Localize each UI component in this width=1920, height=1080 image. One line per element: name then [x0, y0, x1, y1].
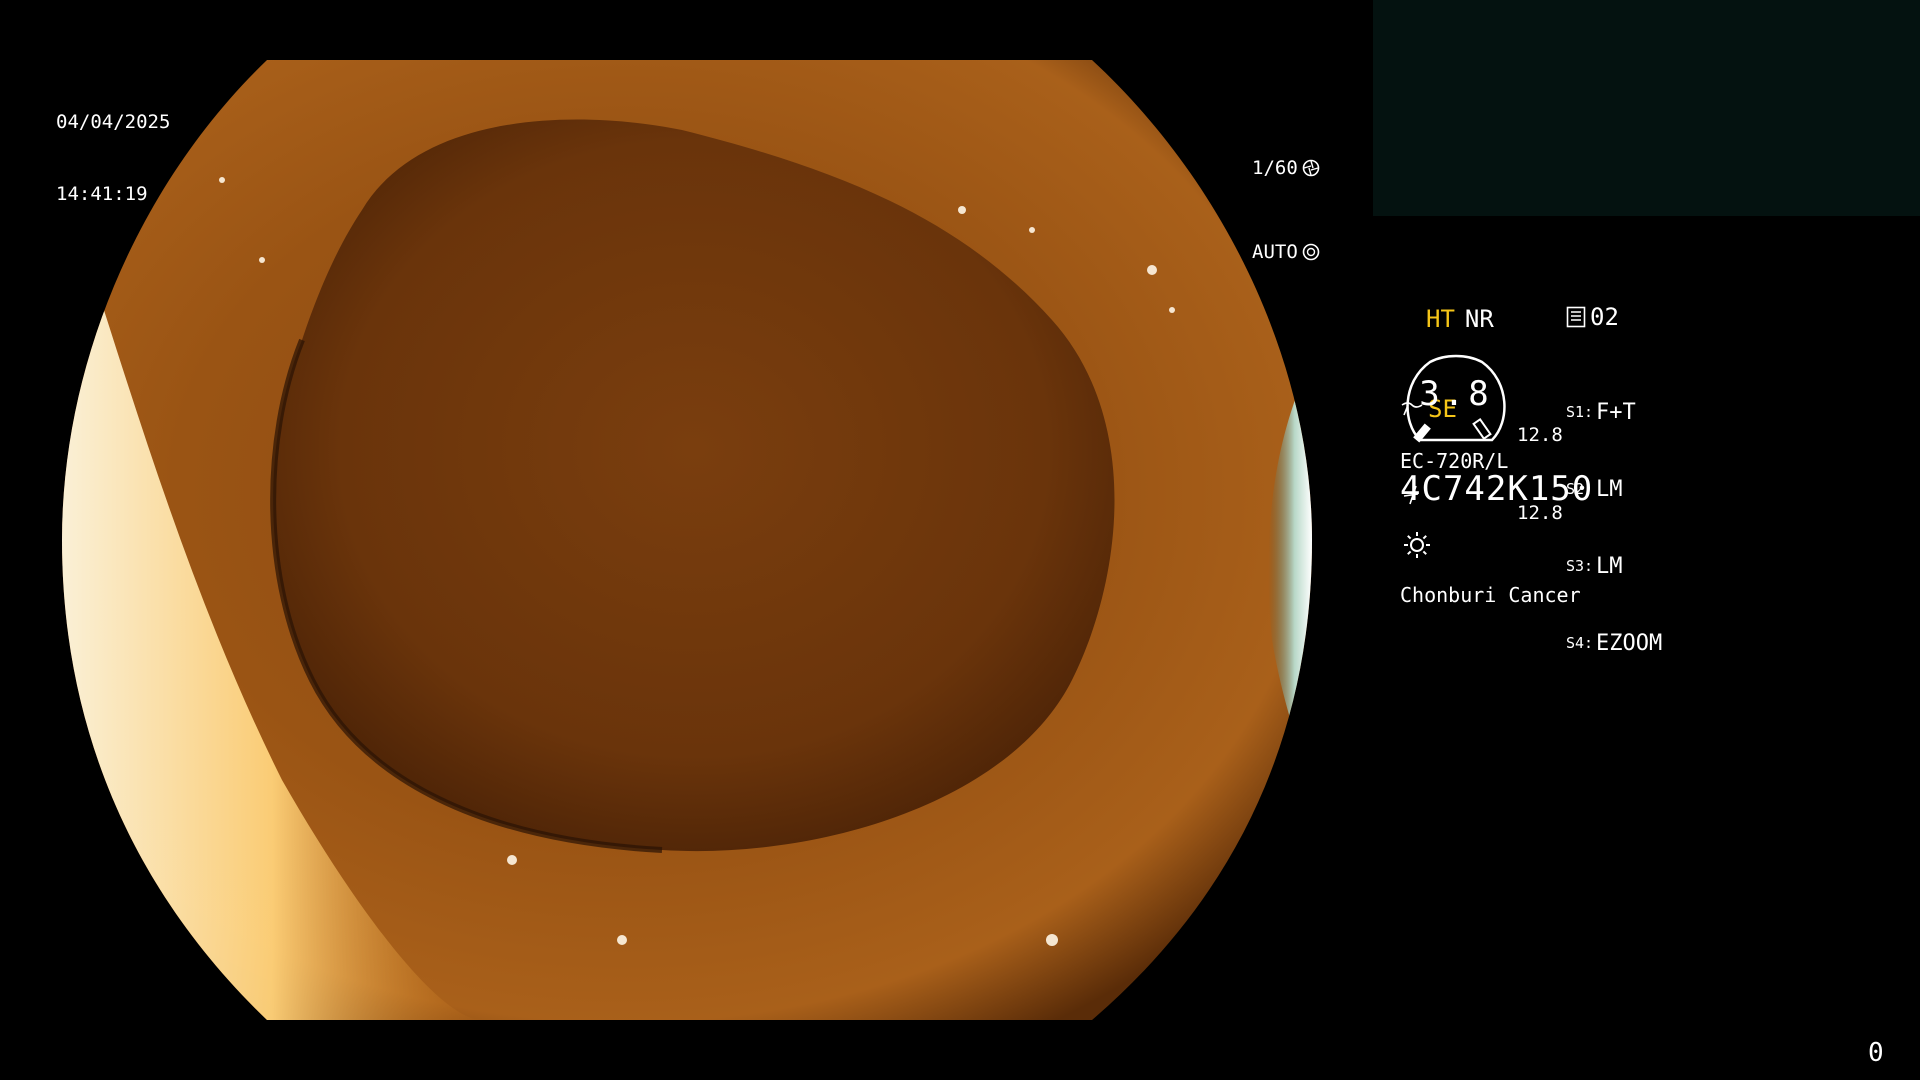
memory-card-icon: [1566, 306, 1586, 328]
aperture-icon: [1302, 159, 1320, 177]
slot-1: S1: F+T: [1566, 400, 1636, 425]
exposure-info: 1/60 AUTO: [1252, 98, 1320, 294]
zoom-gauge: 3.8: [1400, 352, 1512, 444]
gauge-value: 3.8: [1419, 374, 1493, 414]
slot-4: S4: EZOOM: [1566, 631, 1663, 656]
gauge-side-values: 12.8 12.8: [1517, 370, 1563, 552]
iris-mode-label: AUTO: [1252, 241, 1298, 263]
frame-counter: 0: [1868, 1038, 1884, 1068]
switch-assignments: S1: F+T S2: LM S3: LM S4: EZOOM: [1566, 348, 1662, 682]
date-label: 04/04/2025: [56, 111, 171, 133]
ht-indicator: HT: [1426, 305, 1455, 333]
institution-name: Chonburi Cancer: [1400, 583, 1581, 607]
timestamp: 04/04/2025 14:41:19: [56, 62, 170, 230]
memory-indicator: 02: [1566, 304, 1619, 330]
auto-iris-icon: [1302, 243, 1320, 261]
light-source-icon: [1402, 530, 1432, 564]
scope-serial: 4C742K150: [1400, 469, 1594, 509]
shutter-label: 1/60: [1252, 157, 1298, 179]
time-label: 14:41:19: [56, 183, 148, 205]
nr-indicator: NR: [1464, 305, 1494, 333]
preview-panel: [1373, 0, 1920, 216]
gauge-side-top: 12.8: [1517, 424, 1563, 446]
slot-3: S3: LM: [1566, 554, 1623, 579]
endoscope-view: [62, 60, 1312, 1020]
memory-value: 02: [1590, 303, 1619, 331]
